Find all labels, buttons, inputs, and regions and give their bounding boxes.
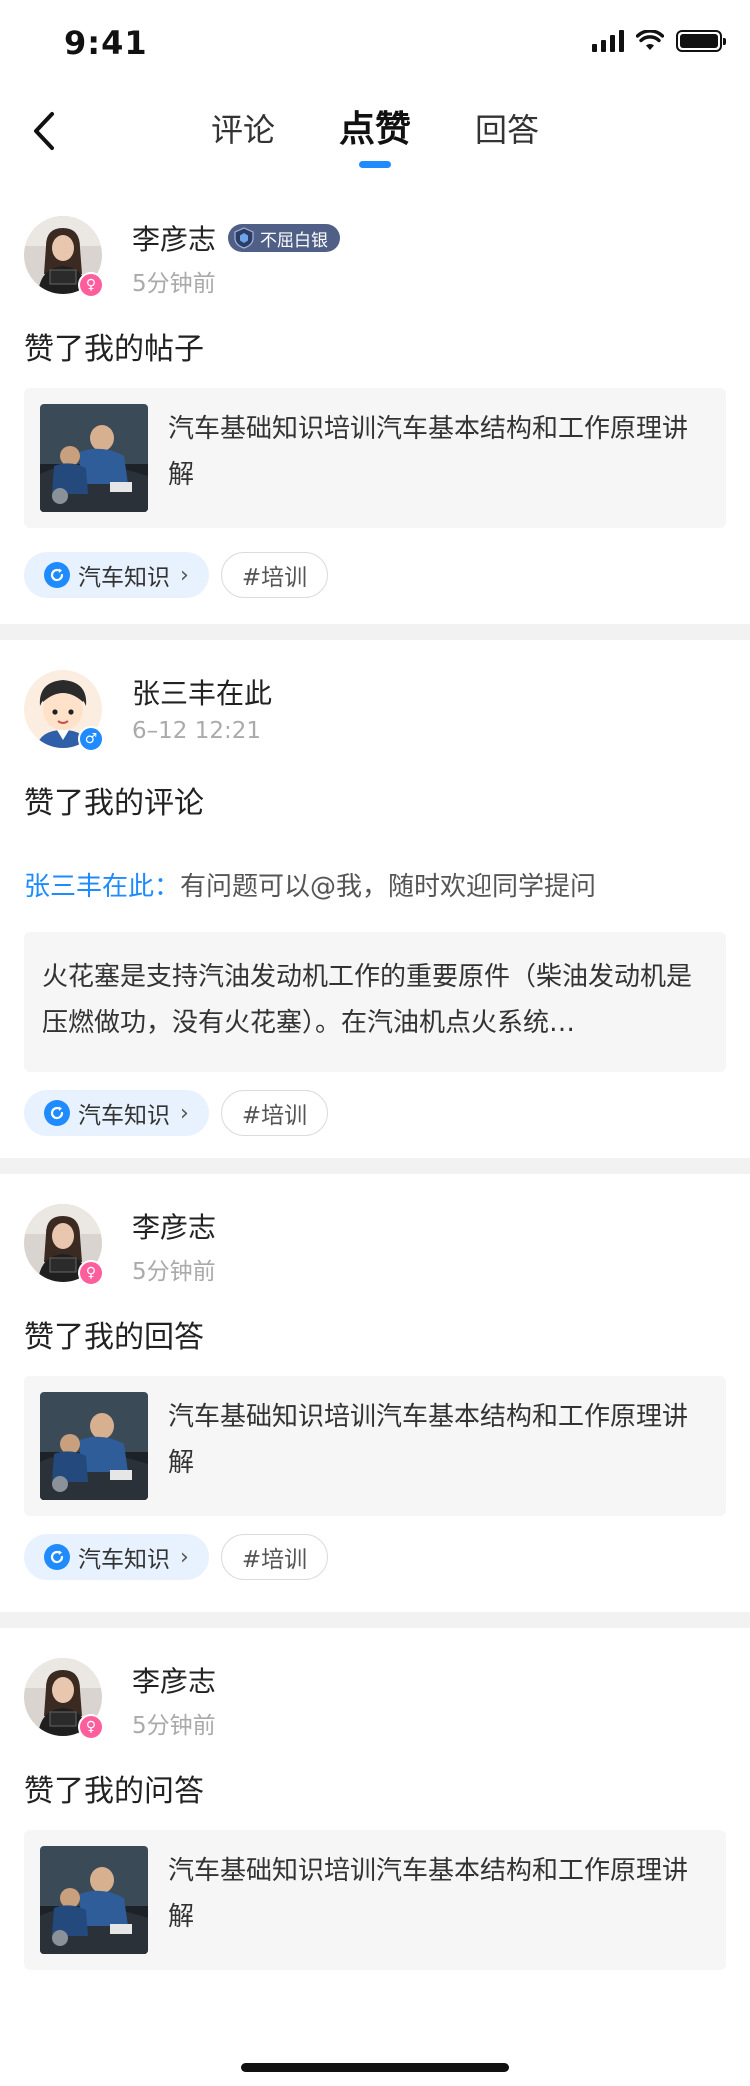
- divider: [0, 1612, 750, 1628]
- status-bar: 9:41: [0, 0, 750, 88]
- like-card[interactable]: ♂ 张三丰在此 6–12 12:21 赞了我的评论 张三丰在此：有问题可以@我，…: [0, 670, 750, 1170]
- user-name-row: 张三丰在此: [132, 672, 272, 712]
- quoted-post[interactable]: 汽车基础知识培训汽车基本结构和工作原理讲解: [24, 1830, 726, 1970]
- refresh-icon: [44, 1544, 70, 1570]
- user-name[interactable]: 李彦志: [132, 1660, 216, 1700]
- tags-row: 汽车知识 › #培训: [24, 1534, 329, 1580]
- refresh-icon: [44, 562, 70, 588]
- topic-tag[interactable]: 汽车知识 ›: [24, 1090, 209, 1136]
- action-text: 赞了我的评论: [24, 786, 204, 821]
- topic-tag-label: 汽车知识: [78, 1547, 170, 1573]
- home-indicator[interactable]: [241, 2063, 509, 2072]
- user-name[interactable]: 李彦志: [132, 218, 216, 258]
- avatar[interactable]: ♀: [24, 1658, 104, 1740]
- post-title: 汽车基础知识培训汽车基本结构和工作原理讲解: [168, 414, 689, 490]
- action-text: 赞了我的问答: [24, 1774, 204, 1809]
- female-icon: ♀: [78, 272, 104, 298]
- post-title: 汽车基础知识培训汽车基本结构和工作原理讲解: [168, 1402, 689, 1478]
- tab-comments[interactable]: 评论: [211, 108, 275, 172]
- tags-row: 汽车知识 › #培训: [24, 552, 329, 598]
- user-name[interactable]: 李彦志: [132, 1206, 216, 1246]
- post-time: 6–12 12:21: [132, 718, 261, 744]
- male-icon: ♂: [78, 726, 104, 752]
- post-time: 5分钟前: [132, 1713, 216, 1739]
- refresh-icon: [44, 1100, 70, 1126]
- tab-bar: 评论 点赞 回答: [0, 108, 750, 172]
- hash-tag[interactable]: #培训: [220, 552, 329, 598]
- reply-author[interactable]: 张三丰在此：: [24, 872, 180, 902]
- like-card[interactable]: ♀ 李彦志 5分钟前 赞了我的回答 汽车基础知识培训汽车基本结构和工作原理讲解: [0, 1204, 750, 1608]
- quoted-post[interactable]: 汽车基础知识培训汽车基本结构和工作原理讲解: [24, 388, 726, 528]
- hash-tag[interactable]: #培训: [220, 1534, 329, 1580]
- post-title: 汽车基础知识培训汽车基本结构和工作原理讲解: [168, 1856, 689, 1932]
- female-icon: ♀: [78, 1260, 104, 1286]
- wifi-icon: [636, 30, 664, 50]
- status-time: 9:41: [64, 24, 148, 62]
- chevron-right-icon: ›: [180, 1100, 189, 1126]
- chevron-right-icon: ›: [180, 1544, 189, 1570]
- nav-bar: 评论 点赞 回答: [0, 88, 750, 190]
- like-card[interactable]: ♀ 李彦志 不屈白银 5分钟前 赞了我的帖子 汽车基础知识培训汽车基本结构和工作…: [0, 216, 750, 624]
- user-name-row: 李彦志: [132, 1660, 216, 1700]
- rank-badge-label: 不屈白银: [260, 230, 329, 251]
- hash-tag[interactable]: #培训: [220, 1090, 329, 1136]
- topic-tag-label: 汽车知识: [78, 565, 170, 591]
- reply-line[interactable]: 张三丰在此：有问题可以@我，随时欢迎同学提问: [24, 866, 596, 903]
- female-icon: ♀: [78, 1714, 104, 1740]
- tab-likes[interactable]: 点赞: [339, 108, 411, 172]
- quoted-comment[interactable]: 火花塞是支持汽油发动机工作的重要原件（柴油发动机是压燃做功，没有火花塞）。在汽油…: [24, 932, 726, 1072]
- topic-tag-label: 汽车知识: [78, 1103, 170, 1129]
- avatar[interactable]: ♂: [24, 670, 104, 752]
- post-thumbnail: [40, 404, 148, 512]
- post-time: 5分钟前: [132, 1259, 216, 1285]
- avatar[interactable]: ♀: [24, 1204, 104, 1286]
- topic-tag[interactable]: 汽车知识 ›: [24, 1534, 209, 1580]
- post-time: 5分钟前: [132, 271, 216, 297]
- user-name-row: 李彦志 不屈白银: [132, 218, 341, 258]
- tab-answers[interactable]: 回答: [475, 108, 539, 172]
- user-name[interactable]: 张三丰在此: [132, 672, 272, 712]
- battery-icon: [676, 30, 726, 52]
- divider: [0, 624, 750, 640]
- comment-text: 火花塞是支持汽油发动机工作的重要原件（柴油发动机是压燃做功，没有火花塞）。在汽油…: [42, 962, 693, 1038]
- quoted-post[interactable]: 汽车基础知识培训汽车基本结构和工作原理讲解: [24, 1376, 726, 1516]
- chevron-right-icon: ›: [180, 562, 189, 588]
- topic-tag[interactable]: 汽车知识 ›: [24, 552, 209, 598]
- user-name-row: 李彦志: [132, 1206, 216, 1246]
- post-thumbnail: [40, 1846, 148, 1954]
- status-icons: [592, 30, 726, 52]
- rank-badge: 不屈白银: [228, 224, 341, 252]
- post-thumbnail: [40, 1392, 148, 1500]
- avatar[interactable]: ♀: [24, 216, 104, 298]
- action-text: 赞了我的回答: [24, 1320, 204, 1355]
- divider: [0, 1158, 750, 1174]
- cellular-signal-icon: [592, 30, 624, 52]
- action-text: 赞了我的帖子: [24, 332, 204, 367]
- like-card[interactable]: ♀ 李彦志 5分钟前 赞了我的问答 汽车基础知识培训汽车基本结构和工作原理讲解: [0, 1658, 750, 1998]
- shield-icon: [234, 227, 254, 249]
- tags-row: 汽车知识 › #培训: [24, 1090, 329, 1136]
- reply-text: 有问题可以@我，随时欢迎同学提问: [180, 872, 597, 902]
